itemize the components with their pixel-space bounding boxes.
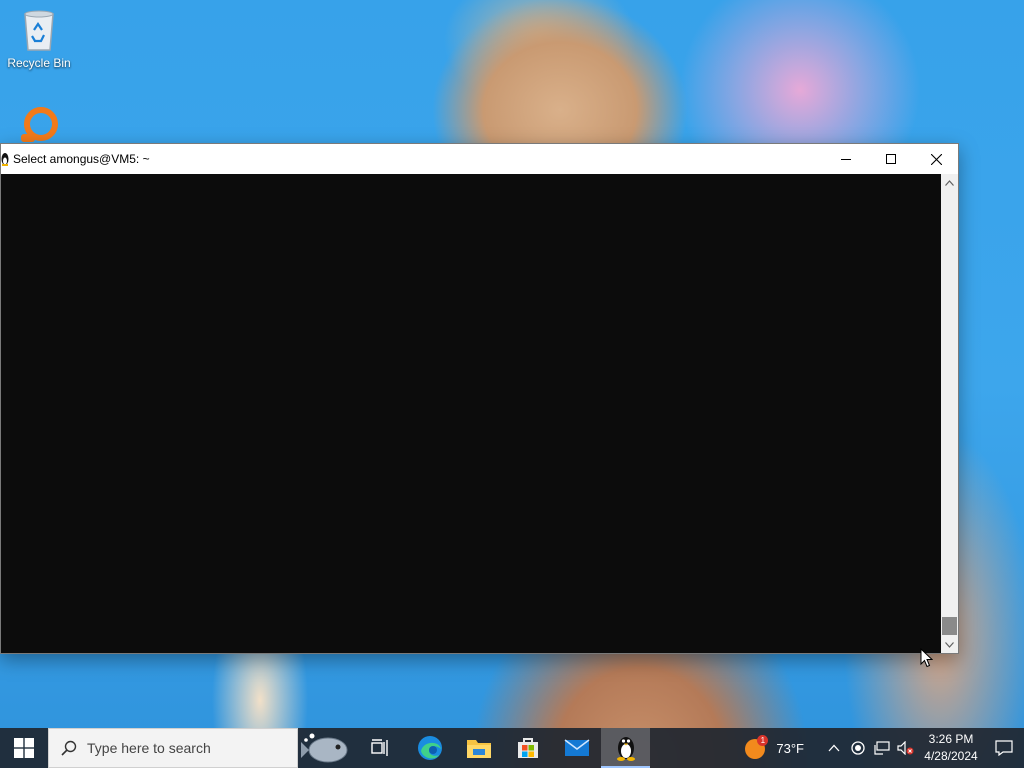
window-titlebar[interactable]: Select amongus@VM5: ~ [1, 144, 958, 174]
fish-widget-icon [301, 733, 348, 763]
record-icon [851, 741, 865, 755]
tux-penguin-icon [616, 737, 635, 761]
clock-time: 3:26 PM [928, 732, 974, 746]
notification-icon [995, 740, 1013, 756]
fish-widget-button[interactable] [298, 728, 356, 768]
store-icon [517, 738, 538, 758]
desktop-icon-label: Recycle Bin [7, 56, 71, 70]
close-icon [930, 153, 942, 165]
terminal-output-area[interactable] [1, 174, 942, 653]
action-center-button[interactable] [984, 740, 1024, 756]
chevron-down-icon [945, 641, 954, 648]
record-indicator-button[interactable] [846, 741, 870, 755]
weather-badge: 1 [757, 735, 769, 746]
file-explorer-button[interactable] [454, 728, 503, 768]
scroll-down-button[interactable] [941, 636, 958, 653]
taskbar-search-box[interactable]: Type here to search [48, 728, 298, 768]
weather-widget[interactable]: 1 73°F [744, 735, 804, 761]
maximize-button[interactable] [868, 144, 914, 174]
show-hidden-icons-button[interactable] [822, 744, 846, 752]
task-view-button[interactable] [356, 728, 405, 768]
chevron-up-icon [945, 179, 954, 186]
mouse-cursor-icon [920, 648, 933, 668]
scroll-up-button[interactable] [941, 174, 958, 191]
search-icon [61, 740, 77, 756]
system-tray: 1 73°F 3:26 PM 4/28/2024 [744, 728, 1024, 768]
edge-browser-icon [417, 736, 442, 760]
desktop-icon-recycle-bin[interactable]: Recycle Bin [1, 8, 77, 70]
maximize-icon [886, 154, 896, 164]
mail-icon [564, 739, 589, 756]
mail-button[interactable] [552, 728, 601, 768]
edge-button[interactable] [405, 728, 454, 768]
task-view-icon [370, 739, 388, 756]
chevron-up-icon [828, 744, 840, 752]
network-icon [874, 741, 890, 755]
weather-temperature: 73°F [776, 740, 804, 756]
terminal-taskbar-button[interactable] [601, 728, 650, 768]
minimize-button[interactable] [823, 144, 869, 174]
volume-muted-icon [897, 741, 914, 755]
close-button[interactable] [913, 144, 959, 174]
store-button[interactable] [503, 728, 552, 768]
taskbar-clock[interactable]: 3:26 PM 4/28/2024 [918, 731, 984, 765]
clock-date: 4/28/2024 [924, 749, 978, 763]
search-placeholder: Type here to search [87, 740, 211, 756]
vertical-scrollbar[interactable] [941, 174, 958, 653]
desktop-icon-orange-app[interactable] [1, 106, 77, 148]
start-button[interactable] [0, 728, 48, 768]
window-title: Select amongus@VM5: ~ [13, 152, 150, 166]
scrollbar-thumb[interactable] [942, 617, 957, 635]
recycle-bin-icon [24, 10, 54, 51]
network-button[interactable] [870, 741, 894, 755]
terminal-window[interactable]: Select amongus@VM5: ~ [0, 143, 959, 654]
volume-button[interactable] [894, 741, 918, 755]
orange-app-icon [21, 107, 58, 142]
tux-icon [1, 151, 11, 167]
folder-icon [466, 740, 491, 758]
taskbar: Type here to search 1 73°F 3:26 PM 4/28/… [0, 728, 1024, 768]
windows-logo-icon [14, 738, 34, 758]
minimize-icon [841, 159, 851, 160]
